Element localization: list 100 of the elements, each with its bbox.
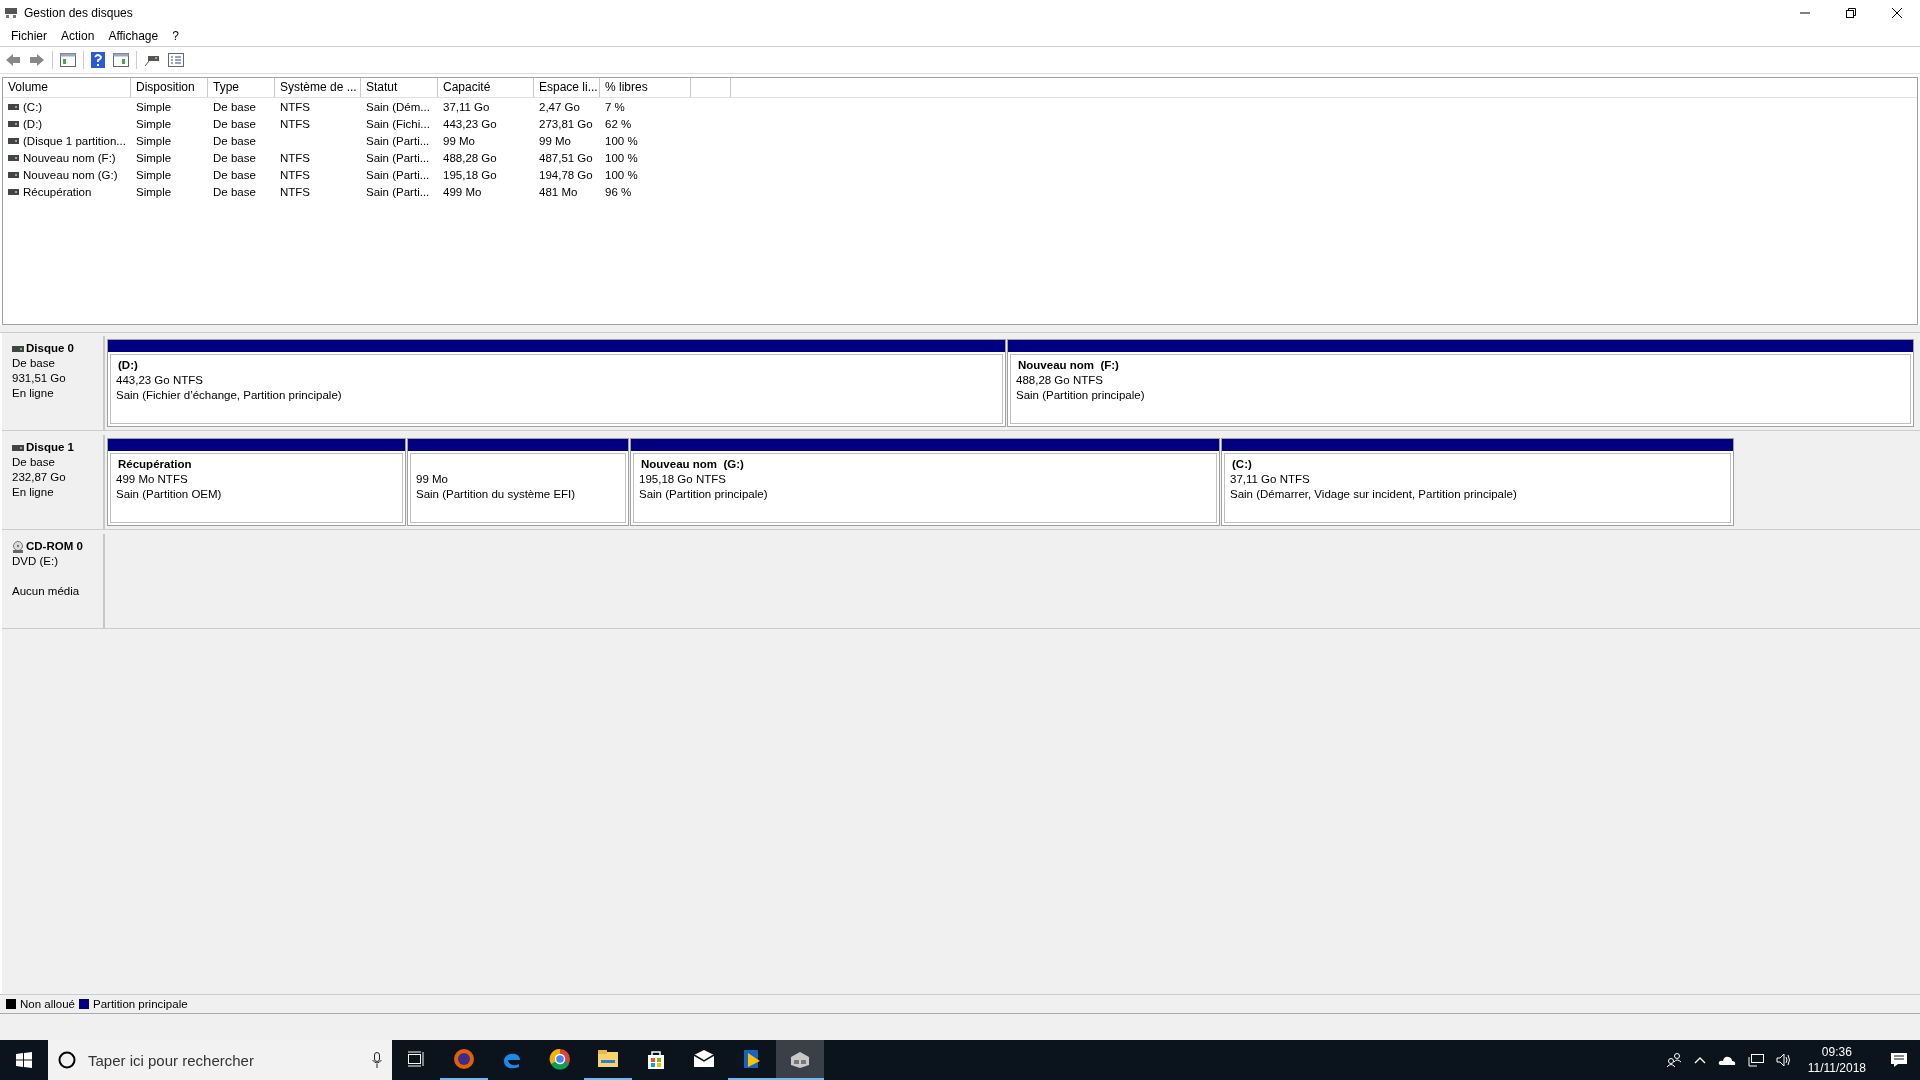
partition-size: 499 Mo NTFS [116, 472, 189, 487]
table-cell: (D:) [23, 117, 43, 130]
table-cell: 37,11 Go [443, 100, 490, 113]
partition-status: Sain (Partition OEM) [116, 487, 223, 502]
partition-block[interactable]: Nouveau nom (G:) 195,18 Go NTFS Sain (Partition principale) [630, 438, 1220, 526]
partition-status: Sain (Partition principale) [1016, 388, 1146, 403]
partition-block[interactable]: Nouveau nom (F:) 488,28 Go NTFS Sain (Partition principale) [1007, 339, 1914, 427]
partition-size: 195,18 Go NTFS [639, 472, 727, 487]
menu-item[interactable]: Action [54, 29, 102, 43]
legend-label: Partition principale [93, 998, 188, 1010]
partition-block[interactable]: Récupération 499 Mo NTFS Sain (Partition OEM) [107, 438, 406, 526]
table-cell: 2,47 Go [539, 100, 580, 113]
drive-icon [12, 444, 24, 451]
partition-name: Nouveau nom (G:) [640, 457, 745, 472]
table-cell: NTFS [280, 117, 311, 130]
table-cell: 488,28 Go [443, 151, 497, 164]
disk-type: De base [12, 455, 56, 470]
table-cell: De base [213, 168, 256, 181]
menu-item[interactable]: Affichage [101, 29, 166, 43]
table-cell: De base [213, 117, 256, 130]
back-button[interactable] [4, 52, 22, 68]
table-cell: 273,81 Go [539, 117, 593, 130]
table-cell: 487,51 Go [539, 151, 593, 164]
round-browser-icon [548, 1047, 572, 1071]
disk-status: En ligne [12, 386, 55, 401]
legend-label: Non alloué [20, 998, 75, 1010]
partition-name: (C:) [1231, 457, 1253, 472]
drive-icon [12, 345, 24, 352]
clock[interactable]: 09:36 11/11/2018 [1801, 1044, 1872, 1076]
table-cell: 194,78 Go [539, 168, 593, 181]
partition-status: Sain (Partition du système EFI) [416, 487, 577, 502]
partition-size: 37,11 Go NTFS [1230, 472, 1311, 487]
window-title: Gestion des disques [24, 6, 133, 20]
table-cell: 100 % [605, 168, 638, 181]
table-cell: 481 Mo [539, 185, 578, 198]
forward-button[interactable] [28, 52, 46, 68]
disk-drive-icon [4, 6, 18, 20]
drive-icon [8, 188, 19, 195]
table-cell: 195,18 Go [443, 168, 497, 181]
partition-size: 443,23 Go NTFS [116, 373, 204, 388]
drive-icon [8, 120, 19, 127]
table-cell: 62 % [605, 117, 632, 130]
table-cell: NTFS [280, 168, 311, 181]
table-cell: 100 % [605, 151, 638, 164]
table-cell: Simple [136, 100, 172, 113]
notification-icon[interactable] [1888, 1052, 1910, 1068]
table-cell: NTFS [280, 100, 311, 113]
table-cell: 443,23 Go [443, 117, 497, 130]
table-cell: De base [213, 134, 256, 147]
table-cell: (Disque 1 partition... [23, 134, 126, 147]
search-box[interactable]: Taper ici pour rechercher [48, 1040, 392, 1080]
disk-status: Aucun média [12, 584, 81, 599]
table-cell: 499 Mo [443, 185, 482, 198]
table-cell: Simple [136, 168, 172, 181]
partition-name: (D:) [117, 358, 139, 373]
disk-size: 232,87 Go [12, 470, 67, 485]
restore-icon [1846, 8, 1856, 18]
table-cell: 99 Mo [443, 134, 475, 147]
table-cell: Simple [136, 185, 172, 198]
action-pane-button[interactable] [112, 52, 130, 68]
network-icon[interactable] [1745, 1053, 1766, 1067]
drive-icon [8, 103, 19, 110]
disk-type: De base [12, 356, 56, 371]
table-cell: Récupération [23, 185, 92, 198]
partition-status: Sain (Partition principale) [639, 487, 769, 502]
table-cell: De base [213, 151, 256, 164]
partition-block[interactable]: 99 Mo Sain (Partition du système EFI) [407, 438, 629, 526]
taskbar-app-button[interactable] [776, 1040, 824, 1080]
table-cell: 96 % [605, 185, 632, 198]
search-field[interactable]: Taper ici pour rechercher [86, 1050, 362, 1070]
table-cell: Sain (Parti... [366, 151, 430, 164]
table-cell: Sain (Parti... [366, 185, 430, 198]
partition-name: Récupération [117, 457, 193, 472]
table-cell: (C:) [23, 100, 43, 113]
disk-name: Disque 0 [26, 341, 74, 356]
table-cell: Simple [136, 117, 172, 130]
partition-size: 488,28 Go NTFS [1016, 373, 1104, 388]
close-icon [1892, 8, 1902, 18]
menu-item[interactable]: Fichier [4, 29, 54, 43]
table-cell: NTFS [280, 151, 311, 164]
help-button[interactable] [90, 51, 106, 69]
partition-block[interactable]: (C:) 37,11 Go NTFS Sain (Démarrer, Vidage sur incident, Partition principale) [1221, 438, 1734, 526]
partition-block[interactable]: (D:) 443,23 Go NTFS Sain (Fichier d’échange, Partition principale) [107, 339, 1006, 427]
table-cell: NTFS [280, 185, 311, 198]
table-cell: Simple [136, 151, 172, 164]
properties-button[interactable] [167, 52, 185, 68]
disc-icon [12, 540, 24, 553]
windows-logo-icon [16, 1052, 32, 1068]
disk-type: DVD (E:) [12, 554, 59, 569]
disk-name: CD-ROM 0 [26, 539, 83, 554]
drive-icon [8, 154, 19, 161]
menu-item[interactable]: ? [165, 29, 186, 43]
table-cell: Nouveau nom (F:) [23, 151, 116, 164]
console-tree-button[interactable] [59, 52, 77, 68]
table-cell: Sain (Dém... [366, 100, 430, 113]
partition-name: Nouveau nom (F:) [1017, 358, 1120, 373]
drive-icon [8, 171, 19, 178]
table-cell: 99 Mo [539, 134, 571, 147]
disk-status: En ligne [12, 485, 55, 500]
table-cell: Sain (Parti... [366, 134, 430, 147]
